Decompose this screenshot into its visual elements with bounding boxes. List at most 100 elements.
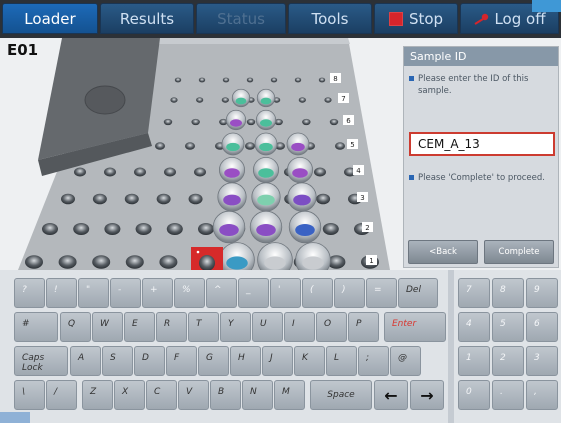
numpad-key[interactable]: 6: [526, 312, 558, 342]
vial-liquid: [259, 119, 273, 127]
key[interactable]: ;: [358, 346, 389, 376]
sample-id-input[interactable]: CEM_A_13: [409, 132, 555, 156]
tray-hole: [92, 193, 107, 205]
numpad-key[interactable]: 1: [458, 346, 490, 376]
back-button[interactable]: <Back: [408, 240, 478, 264]
key[interactable]: !: [46, 278, 77, 308]
key[interactable]: V: [178, 380, 209, 410]
key[interactable]: W: [92, 312, 123, 342]
key[interactable]: ?: [14, 278, 45, 308]
keyboard-divider: [448, 270, 454, 423]
row-number: 2: [365, 224, 369, 232]
key[interactable]: _: [238, 278, 269, 308]
key[interactable]: C: [146, 380, 177, 410]
numpad-key[interactable]: 8: [492, 278, 524, 308]
key[interactable]: T: [188, 312, 219, 342]
key[interactable]: @: [390, 346, 421, 376]
key[interactable]: /: [46, 380, 77, 410]
numpad-key[interactable]: 3: [526, 346, 558, 376]
key[interactable]: H: [230, 346, 261, 376]
key-space[interactable]: Space: [310, 380, 372, 410]
key[interactable]: B: [210, 380, 241, 410]
tray-hole: [159, 255, 178, 269]
vial-liquid: [302, 256, 324, 270]
vial-liquid: [223, 194, 241, 206]
numpad-key[interactable]: ,: [526, 380, 558, 410]
key[interactable]: %: [174, 278, 205, 308]
key[interactable]: E: [124, 312, 155, 342]
tray-hole: [25, 255, 43, 269]
key-delete[interactable]: Del: [398, 278, 438, 308]
key[interactable]: Z: [82, 380, 113, 410]
key[interactable]: \: [14, 380, 45, 410]
panel-title: Sample ID: [404, 47, 558, 66]
key[interactable]: O: [316, 312, 347, 342]
tray-hole: [221, 97, 229, 103]
row-number: 8: [333, 75, 337, 83]
tab-results[interactable]: Results: [100, 3, 194, 34]
key[interactable]: ): [334, 278, 365, 308]
numpad-key[interactable]: 4: [458, 312, 490, 342]
tab-loader[interactable]: Loader: [2, 3, 98, 34]
stop-button[interactable]: Stop: [374, 3, 458, 34]
row-number: 1: [369, 257, 373, 265]
key[interactable]: Q: [60, 312, 91, 342]
key[interactable]: J: [262, 346, 293, 376]
vial-liquid: [293, 194, 311, 206]
key[interactable]: R: [156, 312, 187, 342]
complete-button[interactable]: Complete: [484, 240, 554, 264]
key[interactable]: A: [70, 346, 101, 376]
vial-liquid: [295, 223, 315, 237]
tray-hole: [134, 167, 146, 177]
numpad-key[interactable]: 2: [492, 346, 524, 376]
key[interactable]: D: [134, 346, 165, 376]
tray-hole: [185, 142, 195, 150]
key[interactable]: U: [252, 312, 283, 342]
key[interactable]: K: [294, 346, 325, 376]
key[interactable]: +: [142, 278, 173, 308]
key[interactable]: #: [14, 312, 58, 342]
numpad-key[interactable]: 0: [458, 380, 490, 410]
row-number: 5: [350, 141, 354, 149]
key[interactable]: -: [110, 278, 141, 308]
key[interactable]: =: [366, 278, 397, 308]
key[interactable]: S: [102, 346, 133, 376]
key[interactable]: (: [302, 278, 333, 308]
numpad-key[interactable]: 9: [526, 278, 558, 308]
tray-hole: [335, 142, 345, 150]
key-enter[interactable]: Enter: [384, 312, 446, 342]
key[interactable]: ^: [206, 278, 237, 308]
tray-hole: [329, 118, 339, 126]
tray-hole: [198, 77, 206, 83]
vial-liquid: [292, 168, 308, 178]
tab-tools[interactable]: Tools: [288, 3, 372, 34]
tray-hole: [318, 77, 326, 83]
key[interactable]: I: [284, 312, 315, 342]
vial-liquid: [260, 97, 272, 105]
key-caps-lock[interactable]: Caps Lock: [14, 346, 68, 376]
tray-hole: [194, 167, 206, 177]
key-arrow-right[interactable]: →: [410, 380, 444, 410]
key-icon: [474, 13, 489, 25]
key[interactable]: Y: [220, 312, 251, 342]
key[interactable]: ': [270, 278, 301, 308]
tab-status-label: Status: [217, 9, 265, 28]
key[interactable]: ": [78, 278, 109, 308]
numpad-key[interactable]: 7: [458, 278, 490, 308]
tray-hole: [246, 77, 254, 83]
tab-status[interactable]: Status: [196, 3, 286, 34]
key[interactable]: L: [326, 346, 357, 376]
tray-hole: [92, 255, 111, 269]
numpad-key[interactable]: .: [492, 380, 524, 410]
key[interactable]: X: [114, 380, 145, 410]
key[interactable]: M: [274, 380, 305, 410]
key[interactable]: P: [348, 312, 379, 342]
key[interactable]: N: [242, 380, 273, 410]
key[interactable]: G: [198, 346, 229, 376]
instruction-text: Please enter the ID of this sample.: [409, 73, 552, 97]
key[interactable]: F: [166, 346, 197, 376]
key-arrow-left[interactable]: ←: [374, 380, 408, 410]
tray-hole: [174, 77, 182, 83]
tray-hole: [74, 167, 86, 177]
numpad-key[interactable]: 5: [492, 312, 524, 342]
